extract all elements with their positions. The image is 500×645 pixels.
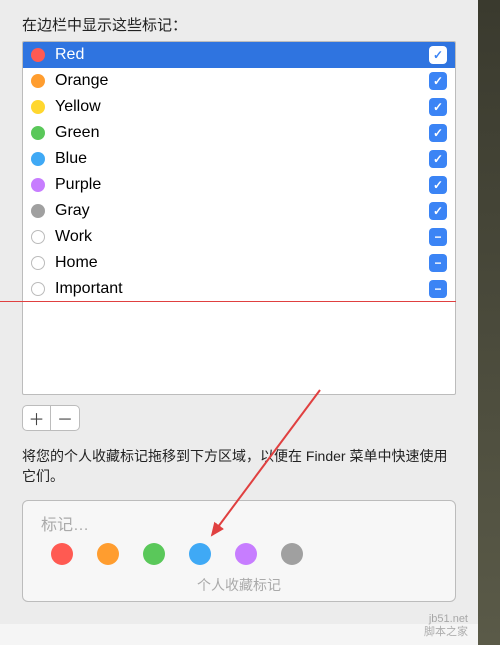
tag-color-dot [31, 178, 45, 192]
tag-name-label: Green [55, 124, 429, 142]
tag-row[interactable]: Work− [23, 224, 455, 250]
tag-checkbox[interactable]: ✓ [429, 150, 447, 168]
tag-checkbox[interactable]: ✓ [429, 72, 447, 90]
tags-heading: 在边栏中显示这些标记： [22, 14, 456, 35]
tag-checkbox[interactable]: ✓ [429, 202, 447, 220]
tag-checkbox[interactable]: ✓ [429, 124, 447, 142]
tag-row[interactable]: Blue✓ [23, 146, 455, 172]
favorite-dot[interactable] [51, 543, 73, 565]
tag-color-dot [31, 100, 45, 114]
tag-name-label: Red [55, 46, 429, 64]
tag-row[interactable]: Important− [23, 276, 455, 302]
watermark-text: 脚本之家 [424, 626, 468, 639]
add-tag-button[interactable]: ＋ [23, 406, 51, 430]
tag-color-dot [31, 256, 45, 270]
favorite-dot[interactable] [97, 543, 119, 565]
tag-name-label: Work [55, 228, 429, 246]
tag-name-label: Orange [55, 72, 429, 90]
tag-exclude-button[interactable]: − [429, 228, 447, 246]
tag-color-dot [31, 152, 45, 166]
tag-name-label: Important [55, 280, 429, 298]
tag-color-dot [31, 282, 45, 296]
background-strip [478, 0, 500, 645]
tag-list[interactable]: Red✓Orange✓Yellow✓Green✓Blue✓Purple✓Gray… [22, 41, 456, 395]
tag-name-label: Gray [55, 202, 429, 220]
tag-row[interactable]: Gray✓ [23, 198, 455, 224]
tag-row[interactable]: Orange✓ [23, 68, 455, 94]
favorite-dot[interactable] [235, 543, 257, 565]
tag-color-dot [31, 126, 45, 140]
tag-row[interactable]: Purple✓ [23, 172, 455, 198]
favorites-label: 标记… [41, 511, 437, 535]
favorite-tag-dots [41, 543, 437, 565]
tag-name-label: Blue [55, 150, 429, 168]
drag-hint-text: 将您的个人收藏标记拖移到下方区域，以便在 Finder 菜单中快速使用它们。 [22, 447, 456, 486]
tag-color-dot [31, 74, 45, 88]
favorites-caption: 个人收藏标记 [41, 575, 437, 595]
watermark-url: jb51.net [424, 613, 468, 626]
tag-color-dot [31, 48, 45, 62]
tag-exclude-button[interactable]: − [429, 254, 447, 272]
tag-exclude-button[interactable]: − [429, 280, 447, 298]
favorite-dot[interactable] [281, 543, 303, 565]
watermark: jb51.net 脚本之家 [424, 613, 468, 639]
tag-row[interactable]: Green✓ [23, 120, 455, 146]
favorite-dot[interactable] [189, 543, 211, 565]
tag-row[interactable]: Home− [23, 250, 455, 276]
tag-name-label: Purple [55, 176, 429, 194]
annotation-line [0, 301, 456, 302]
tag-row[interactable]: Red✓ [23, 42, 455, 68]
add-remove-group: ＋ － [22, 405, 80, 431]
favorites-box[interactable]: 标记… 个人收藏标记 [22, 500, 456, 602]
tag-name-label: Home [55, 254, 429, 272]
tag-row[interactable]: Yellow✓ [23, 94, 455, 120]
remove-tag-button[interactable]: － [51, 406, 79, 430]
tag-checkbox[interactable]: ✓ [429, 98, 447, 116]
tag-checkbox[interactable]: ✓ [429, 176, 447, 194]
tag-name-label: Yellow [55, 98, 429, 116]
favorite-dot[interactable] [143, 543, 165, 565]
preferences-panel: 在边栏中显示这些标记： Red✓Orange✓Yellow✓Green✓Blue… [0, 0, 478, 624]
tag-checkbox[interactable]: ✓ [429, 46, 447, 64]
tag-color-dot [31, 230, 45, 244]
tag-color-dot [31, 204, 45, 218]
